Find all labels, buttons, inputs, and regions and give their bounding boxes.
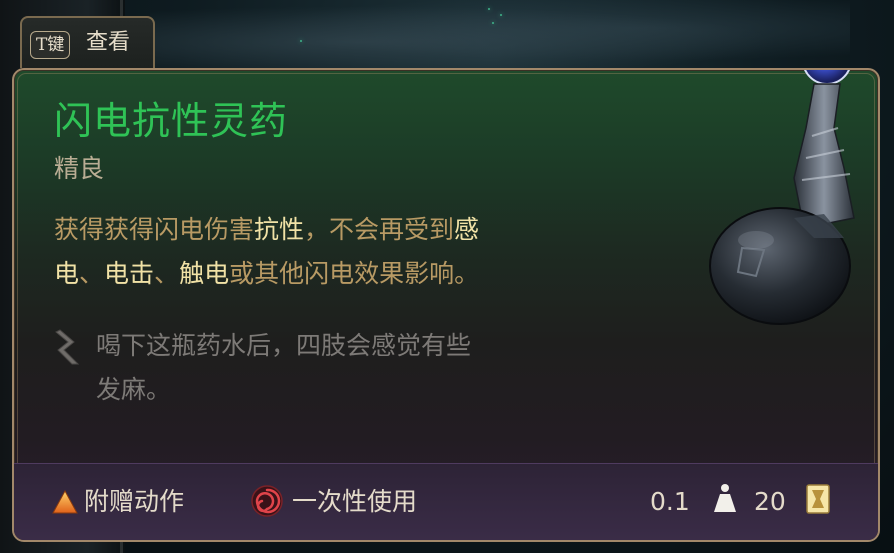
flavor-line-2: 发麻。 — [96, 375, 172, 404]
weight-icon — [714, 484, 736, 512]
item-value: 20 — [754, 487, 786, 516]
desc-text: 或其他闪电效果影响。 — [229, 259, 480, 288]
desc-text: 、 — [154, 259, 180, 288]
potion-bottle-icon — [709, 70, 855, 325]
scroll-quill-icon — [55, 329, 80, 365]
item-weight: 0.1 — [650, 487, 690, 516]
tooltip-footer: 附赠动作 一次性使用 0.1 20 — [14, 463, 878, 540]
item-rarity: 精良 — [54, 154, 105, 183]
flavor-line-1: 喝下这瓶药水后，四肢会感觉有些 — [96, 331, 472, 360]
item-name: 闪电抗性灵药 — [54, 99, 289, 143]
usage-type-label: 一次性使用 — [292, 487, 418, 516]
desc-keyword-resistance[interactable]: 抗性 — [254, 215, 304, 244]
keybind-t: T键 — [30, 31, 71, 59]
desc-text: ，不会再受到 — [304, 215, 455, 244]
background-roots — [150, 0, 850, 70]
gold-value-icon — [806, 484, 830, 514]
action-type-label: 附赠动作 — [84, 487, 185, 516]
desc-text: 、 — [79, 259, 105, 288]
item-flavor-text: 喝下这瓶药水后，四肢会感觉有些 发麻。 — [96, 324, 596, 412]
game-scene: T键 查看 闪电抗性灵药 精良 获得获得闪电伤害抗性，不会再受到感 电、电击、触… — [0, 0, 894, 553]
item-description: 获得获得闪电伤害抗性，不会再受到感 电、电击、触电或其他闪电效果影响。 — [54, 208, 614, 296]
desc-keyword-shocked[interactable]: 电 — [54, 259, 79, 288]
bonus-action-triangle-icon — [52, 489, 78, 514]
inspect-label: 查看 — [86, 30, 131, 55]
desc-keyword-shocked[interactable]: 感 — [454, 215, 479, 244]
desc-keyword-electrified[interactable]: 触电 — [179, 259, 229, 288]
inspect-key-hint[interactable]: T键 查看 — [20, 16, 155, 68]
single-use-spiral-icon — [251, 485, 283, 517]
desc-keyword-electrocuted[interactable]: 电击 — [104, 259, 154, 288]
item-tooltip: 闪电抗性灵药 精良 获得获得闪电伤害抗性，不会再受到感 电、电击、触电或其他闪电… — [12, 68, 880, 542]
desc-text: 获得获得闪电伤害 — [54, 215, 255, 244]
